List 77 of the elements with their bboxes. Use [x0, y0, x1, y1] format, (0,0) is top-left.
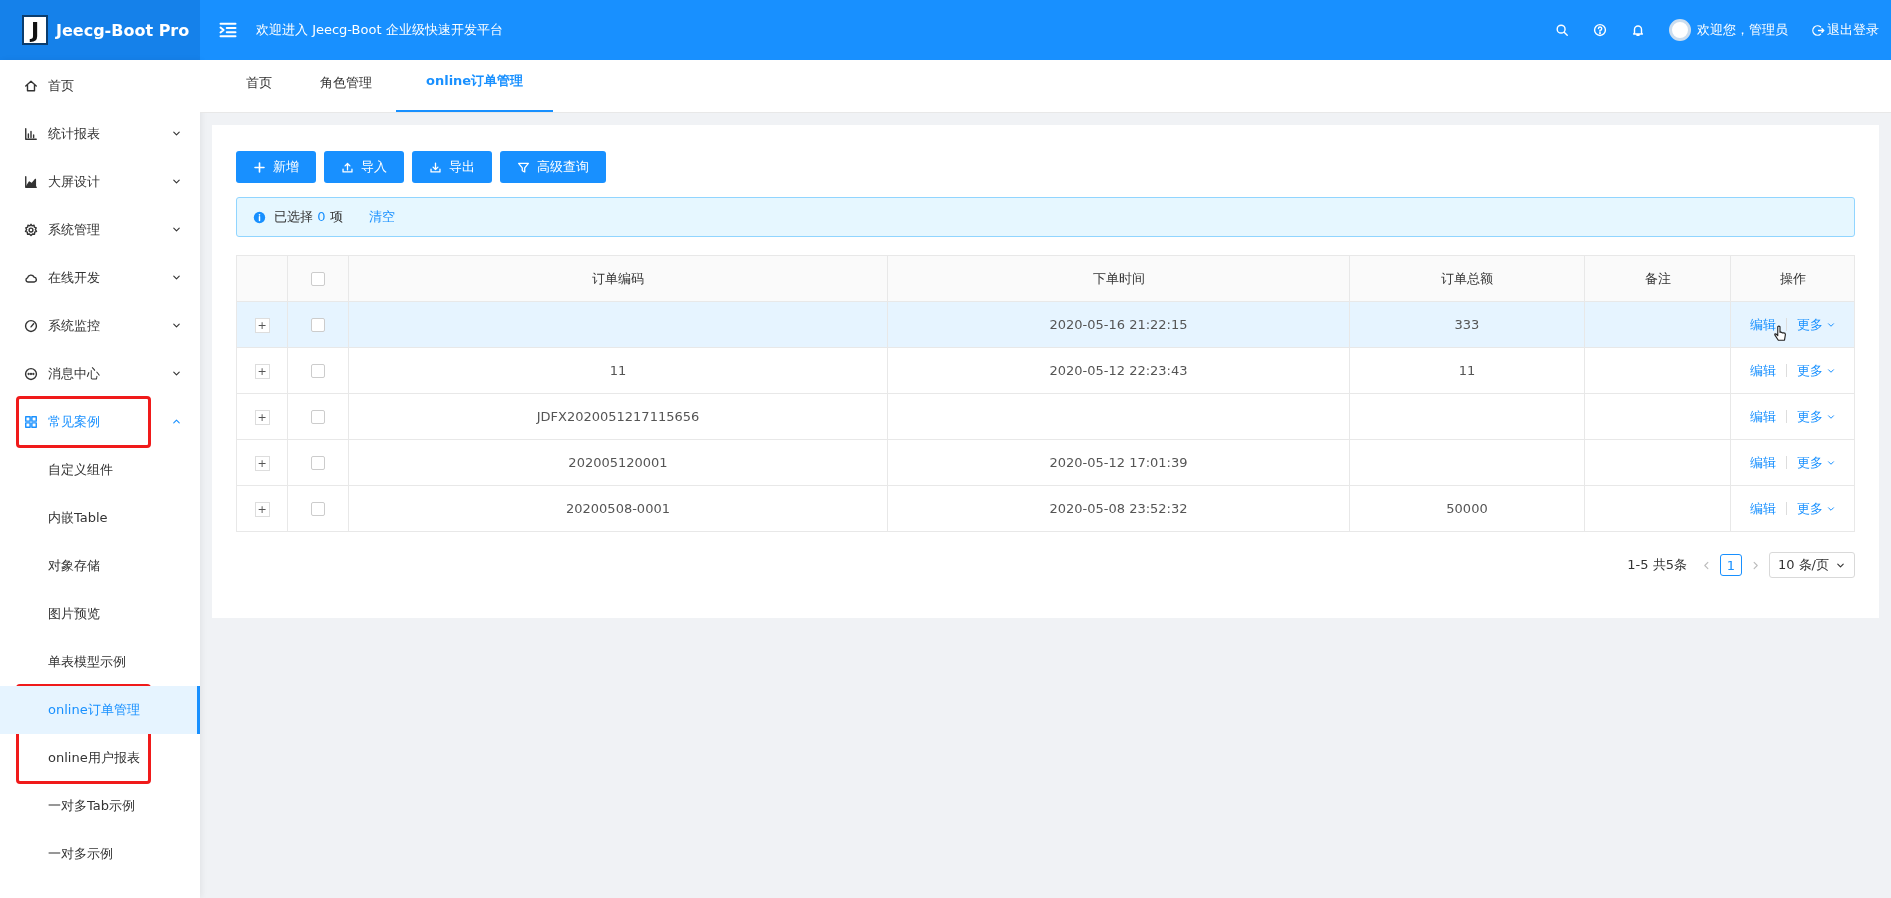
chevron-icon: [171, 272, 182, 283]
cloud-icon: [24, 271, 38, 285]
submenu-item[interactable]: 自定义组件: [0, 446, 200, 494]
checkbox[interactable]: [311, 456, 325, 471]
table-cell: 11: [1458, 363, 1476, 378]
table-cell: 2020-05-08 23:52:32: [1049, 501, 1188, 516]
menu-icon: [218, 20, 238, 40]
chevron-icon: [171, 320, 182, 331]
chat-bubble-icon: [24, 367, 38, 381]
plus-icon: [253, 160, 266, 174]
column-header: 下单时间: [887, 255, 1350, 302]
submenu-item[interactable]: 一对多示例: [0, 830, 200, 878]
menu-toggle-button[interactable]: [218, 20, 238, 40]
submenu-item[interactable]: 一对多Tab示例: [0, 782, 200, 830]
app-name: Jeecg-Boot Pro: [56, 20, 190, 40]
page-size-select[interactable]: 10 条/页: [1768, 552, 1855, 578]
chevron-icon: [171, 368, 182, 379]
submenu-item[interactable]: 对象存储: [0, 542, 200, 590]
welcome-text: 欢迎进入 Jeecg-Boot 企业级快速开发平台: [256, 21, 503, 39]
user-greeting: 欢迎您，管理员: [1697, 21, 1788, 39]
chevron-icon: [171, 176, 182, 187]
tab[interactable]: 角色管理: [296, 74, 396, 112]
table-cell: 20200508-0001: [566, 501, 670, 516]
table-cell: 202005120001: [568, 455, 668, 470]
submenu-item[interactable]: 图片预览: [0, 590, 200, 638]
column-header: 订单总额: [1349, 255, 1585, 302]
expand-button[interactable]: +: [254, 363, 270, 379]
chevron-icon: [171, 224, 182, 235]
submenu-item[interactable]: 单表模型示例: [0, 638, 200, 686]
checkbox[interactable]: [311, 272, 325, 287]
tab[interactable]: 首页: [222, 74, 296, 112]
table-cell: 50000: [1446, 501, 1488, 516]
search-icon: [1555, 23, 1569, 37]
table-cell: 11: [609, 363, 627, 378]
checkbox[interactable]: [311, 502, 325, 517]
info-icon: [253, 210, 266, 224]
table-cell: 2020-05-12 22:23:43: [1049, 363, 1188, 378]
checkbox[interactable]: [311, 410, 325, 425]
checkbox[interactable]: [311, 364, 325, 379]
bar-chart-icon: [24, 127, 38, 141]
settings-icon: [24, 223, 38, 237]
table-cell: 333: [1454, 317, 1480, 332]
logout-icon: [1812, 23, 1825, 37]
selection-count-text: 已选择 0 项: [274, 208, 343, 226]
grid-icon: [24, 415, 38, 429]
submenu-item[interactable]: 内嵌Table: [0, 494, 200, 542]
expand-button[interactable]: +: [254, 455, 270, 471]
menu-item[interactable]: 首页: [0, 62, 200, 110]
menu-item[interactable]: 在线开发: [0, 254, 200, 302]
menu-item[interactable]: 统计报表: [0, 110, 200, 158]
menu-item[interactable]: 系统监控: [0, 302, 200, 350]
home-icon: [24, 79, 38, 93]
help-icon: [1593, 23, 1607, 37]
chevron-icon: [171, 128, 182, 139]
filter-icon: [517, 160, 530, 174]
logo-icon: J: [22, 15, 48, 45]
column-header: 备注: [1584, 255, 1731, 302]
menu-item[interactable]: 大屏设计: [0, 158, 200, 206]
column-header: 订单编码: [348, 255, 888, 302]
table-cell: 2020-05-16 21:22:15: [1049, 317, 1188, 332]
checkbox[interactable]: [311, 318, 325, 333]
gauge-icon: [24, 319, 38, 333]
download-icon: [429, 160, 442, 174]
pagination-summary: 1-5 共5条: [1627, 556, 1687, 574]
submenu-item[interactable]: online用户报表: [0, 734, 200, 782]
expand-button[interactable]: +: [254, 501, 270, 517]
bell-icon: [1631, 23, 1645, 37]
upload-icon: [341, 160, 354, 174]
expand-button[interactable]: +: [254, 317, 270, 333]
table-cell: 2020-05-12 17:01:39: [1049, 455, 1188, 470]
expand-button[interactable]: +: [254, 409, 270, 425]
table-cell: JDFX2020051217115656: [536, 409, 700, 424]
avatar-icon: [1669, 19, 1691, 41]
menu-item[interactable]: 消息中心: [0, 350, 200, 398]
area-chart-icon: [24, 175, 38, 189]
column-header: 操作: [1730, 255, 1855, 302]
menu-item[interactable]: 系统管理: [0, 206, 200, 254]
